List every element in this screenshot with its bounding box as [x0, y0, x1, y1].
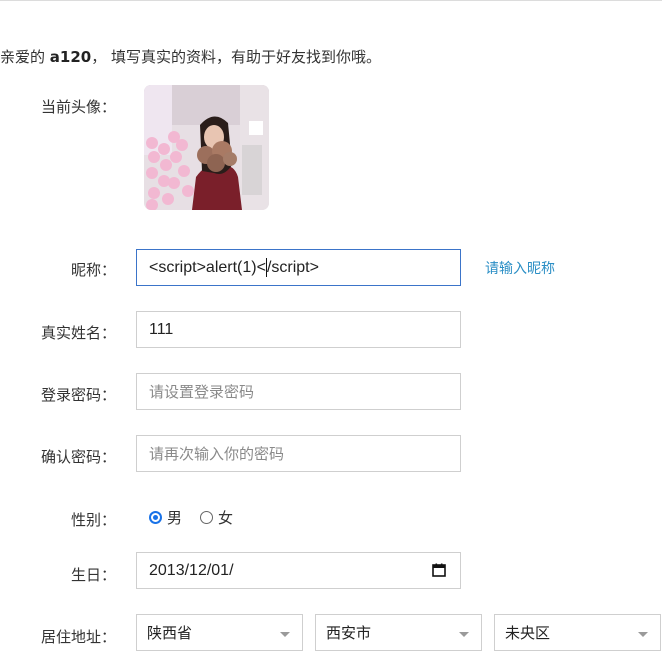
- confirm-password-input[interactable]: 请再次输入你的密码: [136, 435, 461, 472]
- chevron-down-icon: [638, 632, 648, 637]
- top-divider: [0, 0, 662, 1]
- login-password-placeholder: 请设置登录密码: [149, 383, 255, 401]
- chevron-down-icon: [459, 632, 469, 637]
- nickname-input[interactable]: <script>alert(1)</script>: [136, 249, 461, 286]
- real-name-label: 真实姓名：: [40, 324, 116, 342]
- real-name-value: 111: [149, 320, 174, 338]
- address-label: 居住地址：: [40, 628, 116, 646]
- login-password-label: 登录密码：: [40, 386, 116, 404]
- birthday-value: 2013/12/01/: [149, 561, 234, 579]
- confirm-password-placeholder: 请再次输入你的密码: [149, 445, 285, 463]
- nickname-value-part2: /script>: [266, 258, 319, 276]
- gender-female-radio[interactable]: [200, 511, 214, 524]
- avatar-photo: [144, 85, 269, 210]
- real-name-input[interactable]: 111: [136, 311, 461, 348]
- avatar[interactable]: [144, 85, 269, 210]
- nickname-value-part1: <script>alert(1)<: [149, 258, 266, 276]
- avatar-label: 当前头像：: [40, 98, 116, 116]
- calendar-icon[interactable]: [432, 563, 446, 577]
- gender-female-label[interactable]: 女: [218, 507, 233, 528]
- district-value: 未央区: [505, 624, 551, 642]
- nickname-hint: 请输入昵称: [485, 261, 555, 277]
- confirm-password-label: 确认密码：: [40, 448, 116, 466]
- birthday-label: 生日：: [70, 566, 116, 584]
- gender-radio-group: 男 女: [149, 507, 251, 528]
- province-select[interactable]: 陕西省: [136, 614, 303, 651]
- province-value: 陕西省: [147, 624, 193, 642]
- greeting-line: 亲爱的 a120， 填写真实的资料，有助于好友找到你哦。: [0, 46, 381, 68]
- chevron-down-icon: [280, 632, 290, 637]
- birthday-input[interactable]: 2013/12/01/: [136, 552, 461, 589]
- login-password-input[interactable]: 请设置登录密码: [136, 373, 461, 410]
- nickname-label: 昵称：: [70, 261, 116, 279]
- district-select[interactable]: 未央区: [494, 614, 661, 651]
- city-select[interactable]: 西安市: [315, 614, 482, 651]
- gender-male-radio[interactable]: [149, 511, 162, 524]
- greeting-prefix: 亲爱的: [0, 48, 46, 66]
- gender-male-label[interactable]: 男: [167, 507, 182, 528]
- greeting-suffix: ， 填写真实的资料，有助于好友找到你哦。: [91, 48, 382, 66]
- city-value: 西安市: [326, 624, 372, 642]
- gender-label: 性别：: [70, 511, 116, 529]
- username: a120: [49, 48, 92, 66]
